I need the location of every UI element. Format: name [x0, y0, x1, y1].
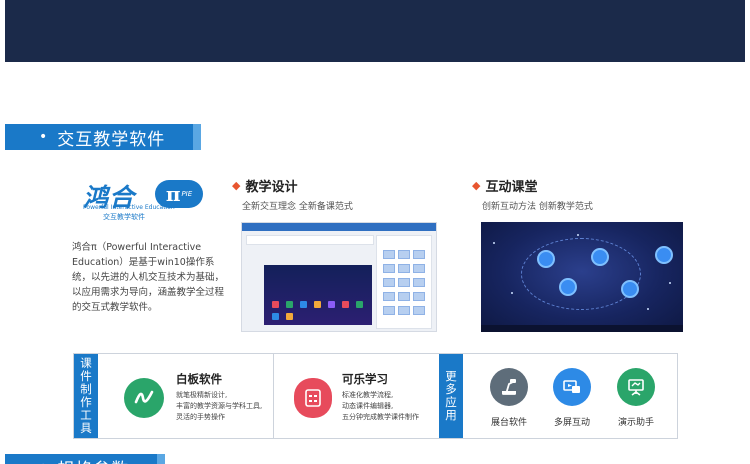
section-accent — [193, 124, 201, 150]
lesson-design-screenshot — [241, 222, 437, 332]
section-header-interactive-software: • 交互教学软件 — [5, 124, 201, 150]
presentation-board-icon — [617, 368, 655, 406]
intro-paragraph: 鸿合π（Powerful Interactive Education）是基于wi… — [72, 242, 225, 313]
feature-title-interactive-classroom: ◆ 互动课堂 — [472, 179, 538, 195]
bullet-dot-icon: • — [39, 460, 47, 464]
interactive-classroom-screenshot — [481, 222, 683, 332]
feature-subtitle-interactive-classroom: 创新互动方法 创新教学范式 — [482, 202, 593, 212]
feature-subtitle-lesson-design: 全新交互理念 全新备课范式 — [242, 202, 353, 212]
honghe-pie-logo: 鸿合 π PIE Powerful Interactive Education 交… — [83, 178, 208, 222]
whiteboard-pen-icon — [124, 378, 164, 418]
app-kele-learning[interactable]: 可乐学习 标准化教学流程, 动态课件编辑器, 五分钟完成教学课件制作 — [274, 354, 439, 438]
orange-bullet-icon: ◆ — [472, 179, 481, 192]
more-app-multiscreen[interactable]: 多屏互动 — [540, 368, 604, 428]
more-app-showcase[interactable]: 展台软件 — [477, 368, 541, 428]
section-title: 规格参数 — [57, 455, 129, 464]
more-apps-label: 更多应用 — [439, 354, 463, 438]
section-title: 交互教学软件 — [57, 129, 166, 150]
more-app-presentation[interactable]: 演示助手 — [604, 368, 668, 428]
document-icon — [294, 378, 332, 418]
document-camera-icon — [490, 368, 528, 406]
app-description: 标准化教学流程, 动态课件编辑器, 五分钟完成教学课件制作 — [342, 391, 419, 421]
feature-title-lesson-design: ◆ 教学设计 — [232, 179, 298, 195]
orange-bullet-icon: ◆ — [232, 179, 241, 192]
bullet-dot-icon: • — [39, 129, 48, 145]
courseware-tools-label: 课件制作工具 — [74, 354, 98, 438]
section-header-specifications: • 规格参数 — [5, 454, 165, 464]
top-banner — [5, 0, 745, 62]
app-whiteboard[interactable]: 白板软件 就笔极精新设计, 丰富的教学资源与学科工具, 灵活的手势操作 — [98, 354, 274, 438]
multi-screen-icon — [553, 368, 591, 406]
app-description: 就笔极精新设计, 丰富的教学资源与学科工具, 灵活的手势操作 — [176, 391, 263, 421]
logo-subtitle-cn: 交互教学软件 — [103, 213, 145, 221]
section-accent — [157, 454, 165, 464]
logo-subtitle-en: Powerful Interactive Education — [83, 204, 175, 211]
app-name: 可乐学习 — [342, 372, 388, 386]
app-name: 白板软件 — [176, 372, 222, 386]
software-tools-panel: 课件制作工具 白板软件 就笔极精新设计, 丰富的教学资源与学科工具, 灵活的手势… — [73, 353, 678, 439]
